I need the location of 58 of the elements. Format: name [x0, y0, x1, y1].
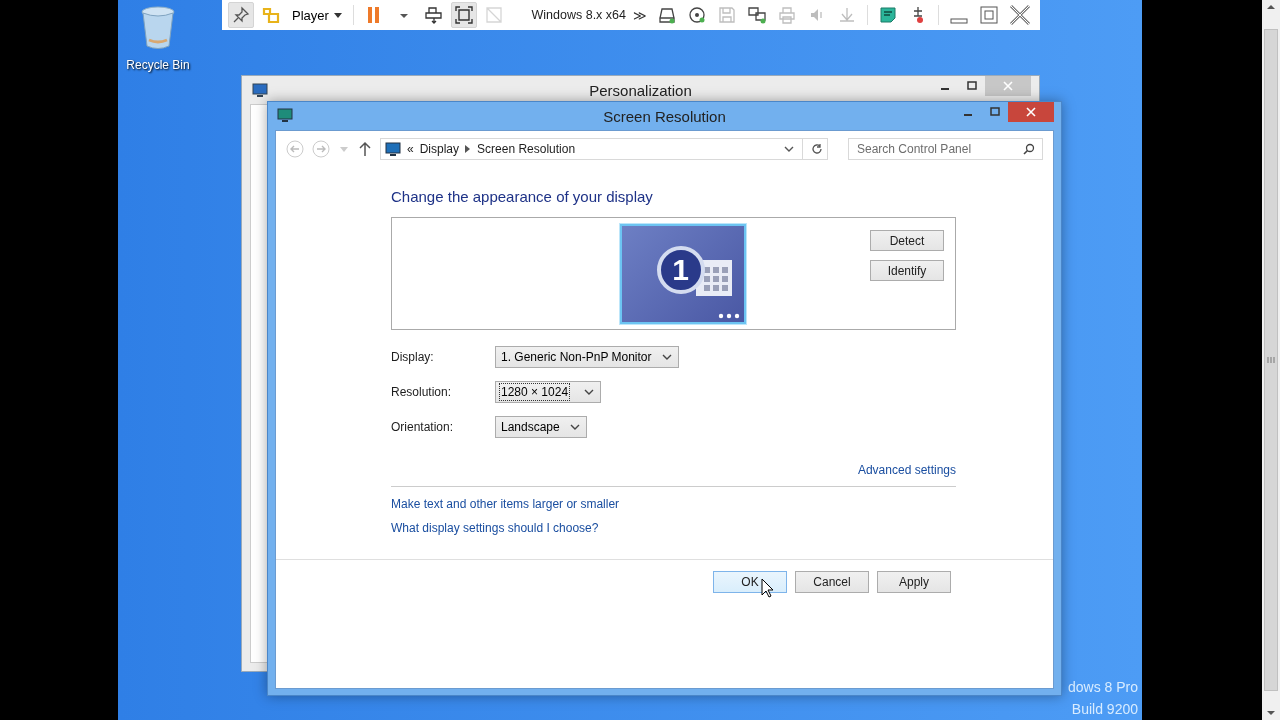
dots-icon	[717, 313, 740, 319]
page-heading: Change the appearance of your display	[391, 188, 654, 205]
help-link[interactable]: What display settings should I choose?	[391, 521, 599, 535]
maximize-icon	[989, 107, 1000, 117]
close-button[interactable]	[1008, 102, 1054, 122]
fullscreen-icon[interactable]	[450, 2, 477, 28]
window-title: Screen Resolution	[603, 107, 726, 125]
minimize-icon	[962, 114, 973, 116]
overflow-button[interactable]: ≫	[630, 7, 650, 23]
chevron-icon	[465, 145, 472, 153]
side-button[interactable]: Detect	[870, 230, 944, 251]
help-link[interactable]: Make text and other items larger or smaller	[391, 497, 620, 511]
pin-icon[interactable]	[228, 2, 254, 28]
refresh-icon[interactable]	[811, 143, 823, 155]
close-icon	[1026, 107, 1036, 117]
field-label: Orientation:	[391, 420, 455, 434]
monitor-icon	[385, 142, 401, 156]
maximize-icon	[966, 81, 977, 91]
window-title: Personalization	[589, 81, 692, 99]
player-menu[interactable]: Player	[288, 5, 346, 25]
build-text: Build 9200	[1071, 700, 1138, 719]
search-icon[interactable]	[1023, 143, 1035, 155]
side-button[interactable]: Identify	[870, 260, 944, 281]
scroll-down-icon[interactable]	[1267, 710, 1275, 716]
search-field[interactable]: Search Control Panel	[848, 138, 1043, 160]
dropdown[interactable]: 1280 × 1024	[495, 381, 602, 403]
dropdown[interactable]: 1. Generic Non-PnP Monitor	[495, 346, 679, 368]
dialog-button[interactable]: Cancel	[795, 571, 869, 593]
monitor-icon	[252, 82, 268, 98]
close-icon	[1003, 81, 1013, 91]
caret-icon	[333, 12, 342, 18]
dialog-button[interactable]: Apply	[877, 571, 951, 593]
cursor-icon	[761, 578, 775, 598]
dialog-button[interactable]: OK	[713, 571, 787, 593]
dropdown-caret-icon[interactable]	[784, 146, 794, 152]
recycle-bin-icon[interactable]	[140, 6, 176, 50]
minimize-icon	[939, 88, 950, 90]
breadcrumb-item[interactable]: Screen Resolution	[477, 142, 576, 156]
caret-icon	[584, 389, 595, 395]
breadcrumb-overflow[interactable]: «	[407, 142, 414, 156]
monitor-icon	[277, 108, 293, 122]
field-label: Display:	[391, 350, 435, 364]
vm-name: Windows 8.x x64	[531, 8, 626, 22]
build-text: dows 8 Pro	[1067, 678, 1138, 697]
caret-icon	[661, 354, 672, 360]
scroll-thumb[interactable]	[1264, 29, 1278, 691]
monitor-number: 1	[656, 246, 705, 294]
breadcrumb-item[interactable]: Display	[419, 142, 460, 156]
dropdown[interactable]: Landscape	[495, 416, 587, 438]
desktop-icon-label[interactable]: Recycle Bin	[126, 58, 190, 72]
monitor-tile[interactable]: 1	[619, 224, 746, 324]
scroll-up-icon[interactable]	[1267, 4, 1275, 10]
address-bar[interactable]: « Display Screen Resolution	[380, 138, 828, 160]
scrollbar[interactable]	[1262, 0, 1280, 720]
field-label: Resolution:	[391, 385, 453, 399]
grip-icon	[1267, 356, 1275, 364]
advanced-settings-link[interactable]: Advanced settings	[857, 463, 956, 477]
caret-icon	[569, 424, 580, 430]
